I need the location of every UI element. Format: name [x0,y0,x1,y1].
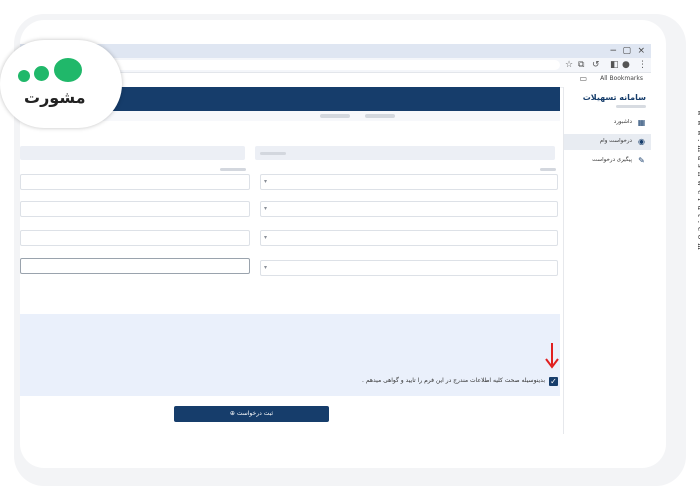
menu-icon[interactable]: ⋮ [638,59,647,71]
blurred-label [220,168,246,171]
star-icon[interactable]: ☆ [565,59,573,71]
profile-icon[interactable]: ● [622,59,630,71]
chevron-down-icon: ▾ [264,205,268,212]
blurred-text [260,152,286,155]
submit-request-button[interactable]: ثبت درخواست ⊕ [174,406,329,422]
dropdown-field[interactable] [260,174,558,190]
dropdown-field[interactable] [260,260,558,276]
dropdown-field[interactable] [260,230,558,246]
blurred-chip [365,114,395,118]
logo-text: مشورت [24,88,86,107]
app-subtitle [616,105,646,108]
loan-form: ▾ ▾ ▾ ▾ [20,124,560,396]
all-bookmarks-link[interactable]: All Bookmarks [600,75,643,82]
agreement-row: ✓ بدینوسیله صحت کلیه اطلاعات مندرج در ای… [350,375,558,389]
loan-request-icon: ◉ [638,137,645,146]
input-field[interactable] [20,258,250,274]
arrow-circle-icon: ⊕ [229,410,235,417]
input-field[interactable] [20,201,250,217]
dropdown-field[interactable] [260,201,558,217]
close-icon[interactable]: × [637,45,645,57]
title-bar: − ▢ × [20,44,651,58]
logo-dot [34,66,49,81]
chevron-down-icon: ▾ [264,264,268,271]
sidebar-item-label: داشبورد [613,119,632,125]
agreement-label: بدینوسیله صحت کلیه اطلاعات مندرج در این … [362,377,545,384]
sidebar-item-loan-request[interactable]: ◉ درخواست وام [564,134,651,150]
sidebar-item-label: پیگیری درخواست [592,157,632,163]
maximize-icon[interactable]: ▢ [622,45,631,57]
pointer-arrow [545,343,559,369]
logo-dot [18,70,30,82]
watermark-url: www.mashwerat.com [696,110,700,254]
track-request-icon: ✎ [638,156,645,165]
history-icon[interactable]: ↺ [592,59,600,71]
chevron-down-icon: ▾ [264,234,268,241]
sidebar-item-label: درخواست وام [599,138,632,144]
sidebar-item-track-request[interactable]: ✎ پیگیری درخواست [564,153,651,169]
app-title: سامانه تسهیلات [582,93,646,102]
sidepanel-icon[interactable]: ◧ [610,59,619,71]
extension-icon[interactable]: ⧉ [578,59,584,71]
agreement-checkbox[interactable]: ✓ [549,377,558,386]
dashboard-icon: ▦ [637,118,646,127]
input-field[interactable] [20,174,250,190]
blurred-chip [320,114,350,118]
sidebar: سامانه تسهیلات ▦ داشبورد ◉ درخواست وام ✎… [563,87,651,434]
chevron-down-icon: ▾ [264,178,268,185]
date-field[interactable] [20,230,250,246]
url-input[interactable] [90,60,560,70]
form-field[interactable] [20,146,245,160]
form-field[interactable] [255,146,555,160]
folder-icon: ▭ [579,74,587,83]
submit-label: ثبت درخواست [236,410,274,417]
blurred-label [540,168,556,171]
logo-badge: مشورت [0,40,122,128]
sidebar-item-dashboard[interactable]: ▦ داشبورد [564,115,651,131]
logo-dot [54,58,82,82]
minimize-icon[interactable]: − [609,45,617,57]
